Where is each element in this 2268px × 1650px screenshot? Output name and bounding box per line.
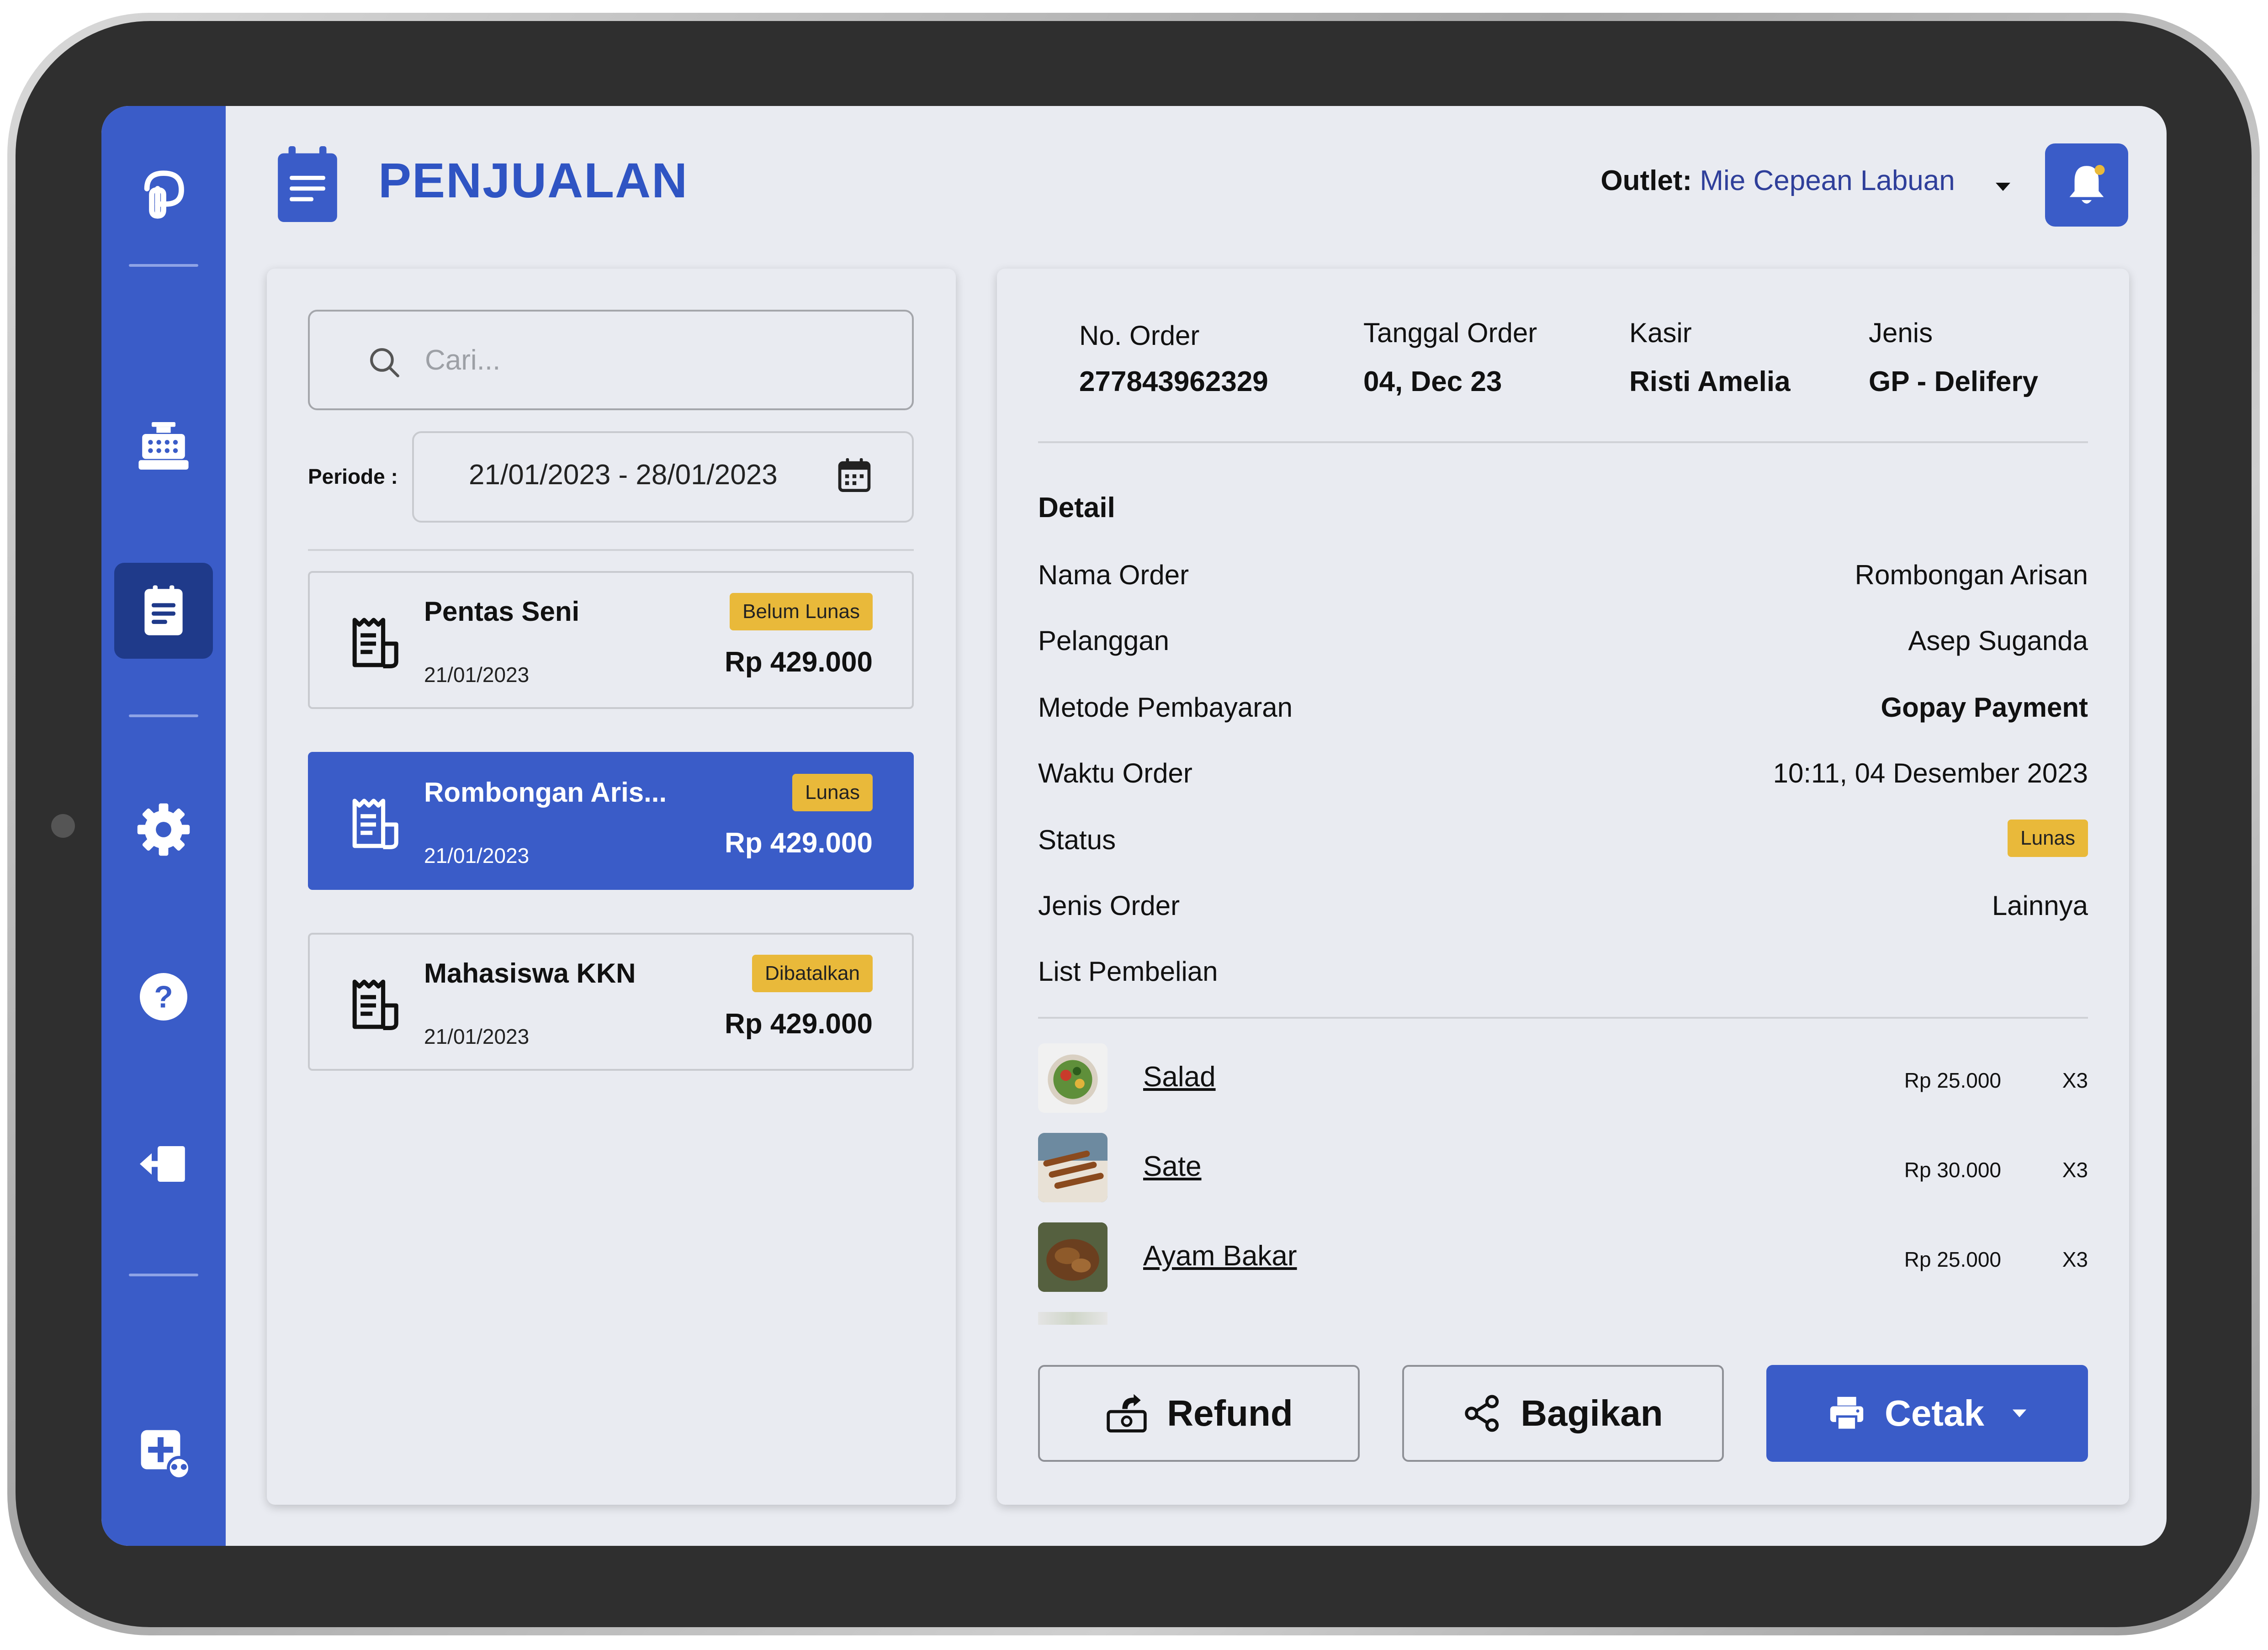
detail-label: Waktu Order (1038, 758, 1192, 788)
order-price: Rp 429.000 (725, 827, 873, 859)
detail-value: Gopay Payment (1881, 692, 2088, 723)
refund-button[interactable]: Refund (1038, 1365, 1360, 1462)
item-name-link[interactable]: Salad (1143, 1061, 1216, 1093)
share-label: Bagikan (1521, 1393, 1663, 1433)
order-date: 21/01/2023 (424, 663, 530, 687)
printer-icon (1830, 1396, 1864, 1431)
bell-icon (2069, 165, 2105, 204)
order-detail-panel: No. Order 277843962329 Tanggal Order 04,… (997, 269, 2129, 1505)
svg-text:?: ? (154, 980, 173, 1014)
sate-thumbnail (1038, 1133, 1108, 1202)
item-qty: X3 (2062, 1068, 2088, 1092)
list-title: List Pembelian (1038, 956, 1218, 987)
meta-value-type: GP - Delifery (1869, 366, 2039, 397)
item-qty: X3 (2062, 1158, 2088, 1182)
chevron-down-icon[interactable] (1995, 166, 2011, 199)
periode-label: Periode : (308, 465, 398, 488)
chevron-down-icon[interactable] (2012, 1408, 2027, 1418)
meta-label-order-no: No. Order (1079, 320, 1200, 351)
meta-value-order-no: 277843962329 (1079, 366, 1268, 397)
order-list-panel: Periode : 21/01/2023 - 28/01/2023 Pen (267, 269, 956, 1505)
sidebar: ? (101, 106, 226, 1546)
status-badge: Belum Lunas (730, 593, 873, 630)
gear-icon[interactable] (125, 791, 202, 868)
camera-dot (51, 814, 75, 838)
item-price: Rp 25.000 (1904, 1068, 2001, 1092)
calendar-icon[interactable] (835, 456, 874, 494)
status-badge: Dibatalkan (752, 955, 873, 992)
order-date: 21/01/2023 (424, 1025, 530, 1048)
share-button[interactable]: Bagikan (1402, 1365, 1724, 1462)
receipt-icon (352, 618, 398, 668)
meta-label-order-date: Tanggal Order (1363, 317, 1537, 348)
divider (308, 549, 914, 551)
order-card[interactable]: Pentas Seni 21/01/2023 Belum Lunas Rp 42… (308, 571, 914, 709)
detail-label: Pelanggan (1038, 625, 1169, 656)
sidebar-divider (129, 264, 198, 267)
logout-icon[interactable] (125, 1126, 202, 1202)
app-screen: ? PENJUALAN Outlet: Mie Cepean Labuan Ca… (101, 106, 2167, 1546)
refund-icon (1107, 1394, 1147, 1433)
detail-value: Asep Suganda (1908, 625, 2088, 656)
detail-label: Status (1038, 825, 1116, 855)
detail-value: Lainnya (1992, 890, 2088, 921)
divider (1038, 1017, 2088, 1019)
search-box[interactable] (308, 310, 914, 410)
outlet-value: Mie Cepean Labuan (1700, 165, 1955, 196)
outlet-label: Outlet: (1600, 165, 1692, 196)
page-title: PENJUALAN (378, 153, 689, 208)
sidebar-divider (129, 714, 198, 717)
help-icon[interactable]: ? (125, 958, 202, 1035)
meta-value-cashier: Risti Amelia (1629, 366, 1791, 397)
item-qty: X3 (2062, 1248, 2088, 1271)
sidebar-divider (129, 1274, 198, 1276)
logo-icon[interactable] (125, 156, 202, 233)
item-name-link[interactable]: Sate (1143, 1150, 1202, 1183)
item-price: Rp 25.000 (1904, 1248, 2001, 1271)
print-label: Cetak (1885, 1393, 1984, 1433)
order-name: Rombongan Aris... (424, 777, 667, 808)
share-icon (1465, 1395, 1499, 1432)
sales-report-icon[interactable] (125, 572, 202, 649)
outlet-selector[interactable]: Outlet: Mie Cepean Labuan (1600, 164, 2011, 199)
search-input[interactable] (424, 334, 883, 386)
detail-value: 10:11, 04 Desember 2023 (1773, 758, 2088, 788)
meta-value-order-date: 04, Dec 23 (1363, 366, 1502, 397)
order-date: 21/01/2023 (424, 844, 530, 867)
status-badge: Lunas (792, 774, 873, 811)
receipt-icon (352, 979, 398, 1030)
periode-date-range[interactable]: 21/01/2023 - 28/01/2023 (412, 431, 914, 523)
order-card[interactable]: Mahasiswa KKN 21/01/2023 Dibatalkan Rp 4… (308, 933, 914, 1071)
print-button[interactable]: Cetak (1766, 1365, 2088, 1462)
salad-thumbnail (1038, 1043, 1108, 1113)
item-price: Rp 30.000 (1904, 1158, 2001, 1182)
item-name-link[interactable]: Ayam Bakar (1143, 1240, 1297, 1272)
notification-button[interactable] (2045, 143, 2128, 227)
status-badge: Lunas (2008, 820, 2088, 857)
order-name: Pentas Seni (424, 596, 580, 627)
order-price: Rp 429.000 (725, 1008, 873, 1040)
order-price: Rp 429.000 (725, 646, 873, 678)
next-item-thumbnail-partial (1038, 1312, 1108, 1325)
periode-value: 21/01/2023 - 28/01/2023 (469, 459, 778, 491)
detail-value: Rombongan Arisan (1855, 560, 2088, 590)
detail-label: Metode Pembayaran (1038, 692, 1293, 723)
detail-label: Nama Order (1038, 560, 1189, 590)
refund-label: Refund (1167, 1393, 1293, 1433)
detail-label: Jenis Order (1038, 890, 1180, 921)
meta-label-type: Jenis (1869, 317, 1933, 348)
receipt-icon (352, 799, 398, 849)
order-card-selected[interactable]: Rombongan Aris... 21/01/2023 Lunas Rp 42… (308, 752, 914, 890)
divider (1038, 441, 2088, 443)
section-title-detail: Detail (1038, 492, 1115, 524)
ayam-bakar-thumbnail (1038, 1222, 1108, 1292)
search-icon (370, 348, 399, 377)
order-name: Mahasiswa KKN (424, 958, 636, 989)
add-outlet-icon[interactable] (125, 1414, 202, 1491)
meta-label-cashier: Kasir (1629, 317, 1692, 348)
sales-document-icon (278, 146, 337, 222)
cash-register-icon[interactable] (125, 407, 202, 484)
